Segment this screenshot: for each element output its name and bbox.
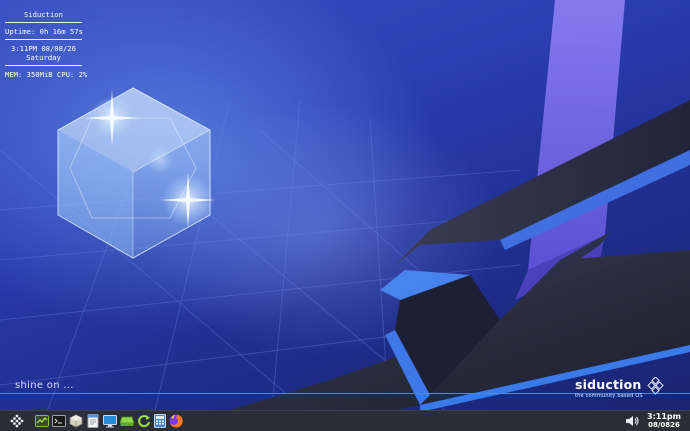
- divider: [5, 39, 82, 40]
- desktop-slogan: shine on ...: [15, 380, 74, 391]
- refresh-icon[interactable]: [136, 413, 152, 429]
- clock-time: 3:11pm: [647, 412, 681, 421]
- desktop[interactable]: Siduction Uptime: 0h 16m 57s 3:11PM 08/0…: [0, 0, 690, 431]
- conky-widget: Siduction Uptime: 0h 16m 57s 3:11PM 08/0…: [5, 10, 88, 79]
- conky-time-date: 3:11PM 08/08/26: [11, 44, 76, 53]
- taskbar-clock[interactable]: 3:11pm 08/0826: [647, 412, 681, 430]
- conky-uptime: Uptime: 0h 16m 57s: [5, 27, 83, 36]
- conky-hostname: Siduction: [24, 10, 63, 19]
- menu-icon[interactable]: [9, 413, 25, 429]
- disk-icon[interactable]: [119, 413, 135, 429]
- clock-date: 08/0826: [648, 421, 680, 429]
- firefox-icon[interactable]: [168, 413, 184, 429]
- volume-icon[interactable]: [624, 413, 640, 429]
- package-manager-icon[interactable]: [68, 413, 84, 429]
- divider: [5, 22, 82, 23]
- conky-mem-cpu: MEM: 350MiB CPU: 2%: [5, 70, 88, 79]
- system-monitor-icon[interactable]: [34, 413, 50, 429]
- wallpaper: [0, 0, 690, 431]
- terminal-icon[interactable]: [51, 413, 67, 429]
- text-editor-icon[interactable]: [85, 413, 101, 429]
- calculator-icon[interactable]: [152, 413, 168, 429]
- siduction-logo-icon: [647, 377, 664, 395]
- display-icon[interactable]: [102, 413, 118, 429]
- conky-weekday: Saturday: [26, 53, 61, 62]
- divider: [5, 65, 82, 66]
- taskbar: 3:11pm 08/0826: [0, 410, 690, 431]
